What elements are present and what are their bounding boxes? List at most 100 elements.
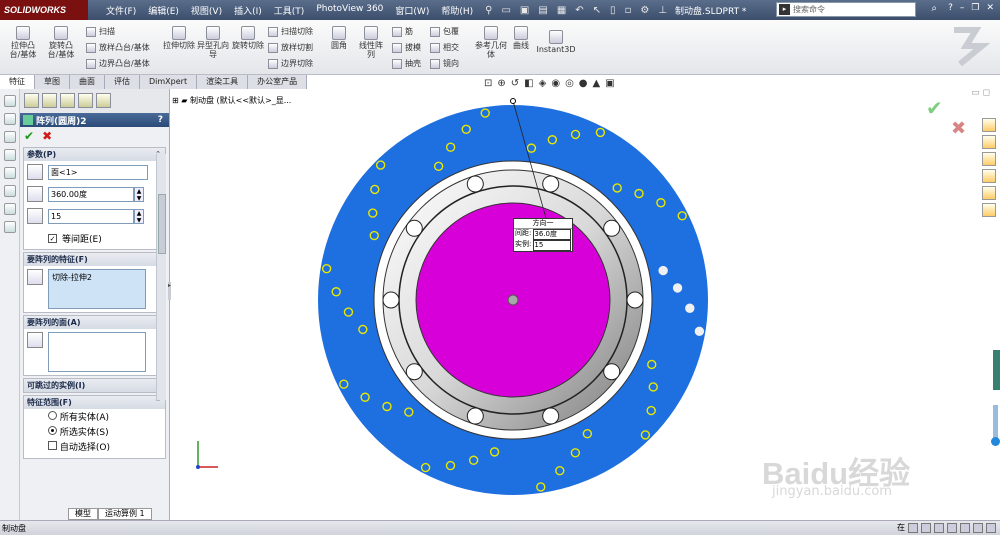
equal-spacing-checkbox[interactable]: ✓	[48, 233, 57, 243]
auto-select-option[interactable]: 自动选择(O)	[48, 441, 165, 456]
tab-surfaces[interactable]: 曲面	[70, 75, 105, 89]
restore-graphics-icon[interactable]: ▭ ◻	[971, 88, 990, 98]
menu-help[interactable]: 帮助(H)	[435, 4, 479, 17]
swept-cut-button[interactable]: 扫描切除	[268, 26, 313, 37]
shell-button[interactable]: 抽壳	[392, 58, 421, 69]
linear-pattern-button[interactable]: 线性阵列	[356, 26, 386, 59]
confirm-corner-cancel-icon[interactable]: ✖	[951, 118, 966, 139]
tab-evaluate[interactable]: 评估	[105, 75, 140, 89]
auto-select-checkbox[interactable]	[48, 441, 57, 450]
minimize-icon[interactable]: –	[960, 3, 965, 13]
menu-tools[interactable]: 工具(T)	[268, 4, 311, 17]
tab-features[interactable]: 特征	[0, 75, 35, 89]
tool-icon[interactable]	[4, 167, 16, 179]
print-icon[interactable]: ▦	[557, 5, 566, 16]
axis-handle[interactable]	[510, 98, 516, 104]
property-manager-scrollbar[interactable]	[156, 154, 166, 400]
view-settings-icon[interactable]: ▣	[605, 78, 614, 89]
ime-icon[interactable]	[908, 522, 918, 533]
revolved-cut-button[interactable]: 旋转切除	[231, 26, 265, 50]
instant3d-button[interactable]: Instant3D	[536, 30, 576, 54]
angle-spinner[interactable]: ▲ ▼	[134, 186, 144, 202]
help-icon[interactable]: ?	[948, 3, 953, 13]
tool-icon[interactable]	[4, 113, 16, 125]
pattern-axis-field[interactable]: 面<1>	[48, 164, 148, 180]
design-library-icon[interactable]	[982, 135, 996, 149]
property-manager-icon[interactable]	[42, 93, 57, 108]
boundary-boss-button[interactable]: 边界凸台/基体	[86, 58, 150, 69]
menu-photoview[interactable]: PhotoView 360	[310, 4, 389, 17]
menu-file[interactable]: 文件(F)	[100, 4, 142, 17]
zoom-to-fit-icon[interactable]: ⊡	[484, 78, 492, 89]
task-pane-handle[interactable]	[993, 350, 1000, 390]
tray-icon[interactable]	[934, 522, 944, 533]
tab-dimxpert[interactable]: DimXpert	[140, 75, 198, 89]
tool-icon[interactable]	[4, 131, 16, 143]
menu-insert[interactable]: 插入(I)	[228, 4, 268, 17]
section-view-icon[interactable]: ◧	[524, 78, 533, 89]
display-manager-icon[interactable]	[96, 93, 111, 108]
fillet-button[interactable]: 圆角	[326, 26, 352, 50]
tool-icon[interactable]	[4, 149, 16, 161]
reference-geometry-button[interactable]: 参考几何体	[474, 26, 508, 59]
selected-bodies-option[interactable]: 所选实体(S)	[48, 426, 165, 441]
brake-disc-model[interactable]	[300, 90, 730, 508]
help-button[interactable]: ?	[158, 115, 163, 125]
callout-instances-value[interactable]: 15	[533, 240, 571, 251]
display-style-icon[interactable]: ◉	[551, 78, 560, 89]
all-bodies-option[interactable]: 所有实体(A)	[48, 411, 165, 426]
rib-button[interactable]: 筋	[392, 26, 413, 37]
reverse-direction-icon[interactable]	[27, 164, 43, 180]
zoom-to-area-icon[interactable]: ⊕	[497, 78, 505, 89]
tray-icon[interactable]	[973, 522, 983, 533]
rebuild-icon[interactable]: ▯	[610, 5, 616, 16]
solidworks-resources-icon[interactable]	[982, 118, 996, 132]
file-properties-icon[interactable]: ▫	[625, 5, 632, 16]
view-orientation-icon[interactable]: ◈	[539, 78, 547, 89]
configuration-manager-icon[interactable]	[60, 93, 75, 108]
save-icon[interactable]: ▤	[538, 5, 547, 16]
tray-icon[interactable]	[960, 522, 970, 533]
pin-icon[interactable]: ⚲	[485, 5, 492, 16]
loft-button[interactable]: 放样凸台/基体	[86, 42, 150, 53]
ok-button[interactable]: ✔	[24, 129, 34, 143]
tab-sketch[interactable]: 草图	[35, 75, 70, 89]
new-file-icon[interactable]: ▭	[501, 5, 510, 16]
confirm-corner-ok-icon[interactable]: ✔	[926, 96, 943, 120]
selected-bodies-radio[interactable]	[48, 426, 57, 435]
instances-field[interactable]: 15	[48, 208, 134, 224]
tool-icon[interactable]	[4, 95, 16, 107]
sweep-button[interactable]: 扫描	[86, 26, 115, 37]
angle-field[interactable]: 360.00度	[48, 186, 134, 202]
hide-show-icon[interactable]: ◎	[565, 78, 574, 89]
tool-icon[interactable]	[4, 221, 16, 233]
tray-icon[interactable]	[947, 522, 957, 533]
hole-wizard-button[interactable]: 异型孔向导	[196, 26, 230, 59]
view-palette-icon[interactable]	[982, 169, 996, 183]
custom-properties-icon[interactable]	[982, 203, 996, 217]
tab-render-tools[interactable]: 渲染工具	[197, 75, 249, 89]
menu-window[interactable]: 窗口(W)	[389, 4, 435, 17]
file-explorer-icon[interactable]	[982, 152, 996, 166]
mirror-button[interactable]: 镜向	[430, 58, 459, 69]
pattern-callout[interactable]: 方向一 间距: 36.0度 实例: 15	[513, 218, 573, 252]
scrollbar-thumb[interactable]	[158, 194, 166, 254]
open-file-icon[interactable]: ▣	[520, 5, 529, 16]
tab-motion-study[interactable]: 运动算例 1	[98, 508, 152, 520]
lofted-cut-button[interactable]: 放样切割	[268, 42, 313, 53]
feature-list-item[interactable]: 切除-拉伸2	[52, 273, 92, 282]
feature-scope-header[interactable]: 特征范围(F) ⌃	[24, 396, 165, 409]
undo-icon[interactable]: ↶	[575, 5, 583, 16]
cancel-button[interactable]: ✖	[42, 129, 52, 143]
appearances-icon[interactable]	[982, 186, 996, 200]
apply-scene-icon[interactable]: ▲	[593, 78, 601, 89]
instances-spinner[interactable]: ▲ ▼	[134, 208, 144, 224]
tool-icon[interactable]	[4, 185, 16, 197]
extruded-cut-button[interactable]: 拉伸切除	[162, 26, 196, 50]
revolved-boss-button[interactable]: 旋转凸台/基体	[44, 26, 78, 59]
tool-icon[interactable]	[4, 203, 16, 215]
instances-to-skip-header[interactable]: 可跳过的实例(I)⌄	[24, 379, 165, 392]
features-list[interactable]: 切除-拉伸2	[48, 269, 146, 309]
parameters-header[interactable]: 参数(P)⌃	[24, 148, 165, 161]
tab-model[interactable]: 模型	[68, 508, 98, 520]
